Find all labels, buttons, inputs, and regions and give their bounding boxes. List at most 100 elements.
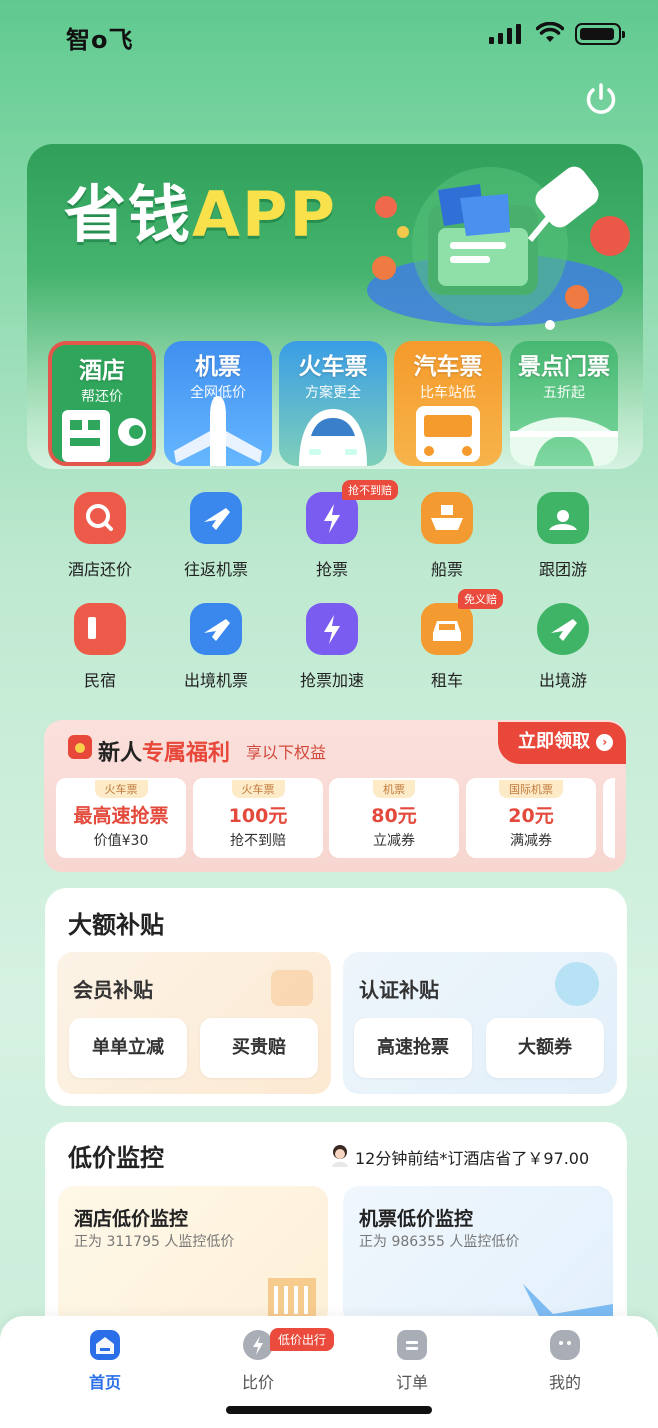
airplane-icon	[174, 396, 262, 466]
airplane-icon	[190, 492, 242, 544]
hotel-building-icon	[62, 410, 146, 462]
coupon-card[interactable]: 机票 80元 立减券	[329, 778, 459, 858]
category-title: 酒店	[79, 358, 125, 384]
savings-ticker: 12分钟前结*订酒店省了￥97.00	[355, 1149, 590, 1168]
tab-label: 首页	[88, 1373, 121, 1392]
chevron-right-icon: ›	[596, 734, 614, 751]
grid-label: 出境游	[538, 671, 587, 690]
coupon-value: 最高速抢票	[73, 805, 169, 827]
category-train[interactable]: 火车票 方案更全	[279, 341, 387, 466]
hotel-monitor-title: 酒店低价监控	[74, 1208, 189, 1230]
tab-label: 我的	[548, 1373, 581, 1392]
grid-label: 船票	[430, 560, 463, 579]
verified-subsidy-title: 认证补贴	[359, 978, 439, 1002]
grid-homestay[interactable]: 民宿	[42, 603, 158, 703]
coupon-card[interactable]: 国际机票 20元 满减券	[466, 778, 596, 858]
coupon-card-partial	[603, 778, 615, 858]
claim-now-button[interactable]: 立即领取 ›	[498, 722, 626, 764]
grid-label: 酒店还价	[67, 560, 132, 579]
lightning-icon	[306, 603, 358, 655]
lightning-icon	[243, 1330, 273, 1360]
home-icon	[90, 1330, 120, 1360]
category-hotel[interactable]: 酒店 帮还价	[48, 341, 156, 466]
grid-ticket-grab[interactable]: 抢票	[274, 492, 390, 592]
grid-roundtrip-flight[interactable]: 往返机票	[158, 492, 274, 592]
coupon-desc: 价值¥30	[93, 833, 149, 849]
tab-profile[interactable]: 我的	[515, 1330, 615, 1393]
category-scenic[interactable]: 景点门票 五折起	[510, 341, 618, 466]
coupon-type: 机票	[373, 780, 415, 798]
car-icon	[421, 603, 473, 655]
grid-ferry[interactable]: 船票	[389, 492, 505, 592]
hotel-monitor-card[interactable]: 酒店低价监控 正为 311795 人监控低价	[58, 1186, 328, 1326]
airplane-icon	[190, 603, 242, 655]
tab-label: 比价	[241, 1373, 274, 1392]
tab-label: 订单	[395, 1373, 428, 1392]
new-user-title: 新人专属福利	[98, 741, 231, 766]
grid-label: 往返机票	[183, 560, 248, 579]
globe-plane-icon	[537, 603, 589, 655]
train-icon	[299, 409, 367, 466]
avatar	[332, 1145, 348, 1167]
category-bus[interactable]: 汽车票 比车站低	[394, 341, 502, 466]
car-deposit-badge: 免义赔	[458, 589, 503, 609]
grid-group-tour[interactable]: 跟团游	[505, 492, 621, 592]
homestay-icon	[74, 603, 126, 655]
coupon-type: 火车票	[231, 780, 285, 798]
flight-monitor-card[interactable]: 机票低价监控 正为 986355 人监控低价	[343, 1186, 613, 1326]
battery-icon	[575, 23, 625, 45]
grid-outbound-tour[interactable]: 出境游	[505, 603, 621, 703]
coupon-card[interactable]: 火车票 最高速抢票 价值¥30	[56, 778, 186, 858]
badge-icon	[555, 962, 599, 1006]
coupon-card[interactable]: 火车票 100元 抢不到赔	[193, 778, 323, 858]
banner-illustration	[367, 166, 630, 330]
coupon-type: 火车票	[94, 780, 148, 798]
category-flight[interactable]: 机票 全网低价	[164, 341, 272, 466]
grid-intl-flight[interactable]: 出境机票	[158, 603, 274, 703]
home-indicator	[226, 1406, 432, 1414]
grid-grab-boost[interactable]: 抢票加速	[274, 603, 390, 703]
member-subsidy-button[interactable]: 单单立减	[69, 1018, 187, 1078]
member-subsidy-title: 会员补贴	[73, 978, 153, 1002]
red-envelope-icon	[68, 735, 92, 759]
grid-car-rental[interactable]: 租车	[389, 603, 505, 703]
grid-hotel-bargain[interactable]: 酒店还价	[42, 492, 158, 592]
category-title: 汽车票	[413, 354, 483, 380]
signal-icon	[489, 24, 521, 44]
gift-icon	[271, 970, 313, 1006]
category-title: 火车票	[298, 354, 368, 380]
verified-subsidy-button[interactable]: 高速抢票	[354, 1018, 472, 1078]
coupon-value: 20元	[508, 805, 554, 827]
orders-icon	[397, 1330, 427, 1360]
banner-title: 省钱APP	[64, 178, 337, 251]
new-user-subtitle: 享以下权益	[246, 743, 327, 762]
coupon-desc: 立减券	[373, 833, 415, 849]
coupon-value: 100元	[228, 805, 288, 827]
profile-icon	[550, 1330, 580, 1360]
power-icon[interactable]	[582, 80, 620, 118]
carrier-name: 智o飞	[66, 26, 134, 54]
category-title: 景点门票	[518, 354, 610, 380]
hotel-monitor-subtitle: 正为 311795 人监控低价	[74, 1234, 235, 1250]
low-price-badge: 低价出行	[270, 1328, 335, 1351]
wifi-icon	[536, 22, 564, 42]
flight-monitor-title: 机票低价监控	[359, 1208, 474, 1230]
member-subsidy-button[interactable]: 买贵赔	[200, 1018, 318, 1078]
grid-label: 租车	[430, 671, 463, 690]
grid-label: 抢票加速	[299, 671, 364, 690]
price-monitor-title: 低价监控	[68, 1144, 164, 1172]
verified-subsidy-button[interactable]: 大额券	[486, 1018, 604, 1078]
bus-icon	[416, 406, 480, 462]
coupon-desc: 满减券	[510, 833, 552, 849]
tab-home[interactable]: 首页	[55, 1330, 155, 1393]
grid-label: 抢票	[315, 560, 348, 579]
tab-orders[interactable]: 订单	[362, 1330, 462, 1393]
grid-label: 民宿	[83, 671, 116, 690]
coupon-type: 国际机票	[499, 780, 563, 798]
grid-label: 跟团游	[538, 560, 587, 579]
coupon-desc: 抢不到赔	[230, 833, 286, 849]
bridge-icon	[510, 417, 618, 466]
ship-icon	[421, 492, 473, 544]
subsidy-title: 大额补贴	[68, 911, 164, 939]
coupon-value: 80元	[371, 805, 417, 827]
